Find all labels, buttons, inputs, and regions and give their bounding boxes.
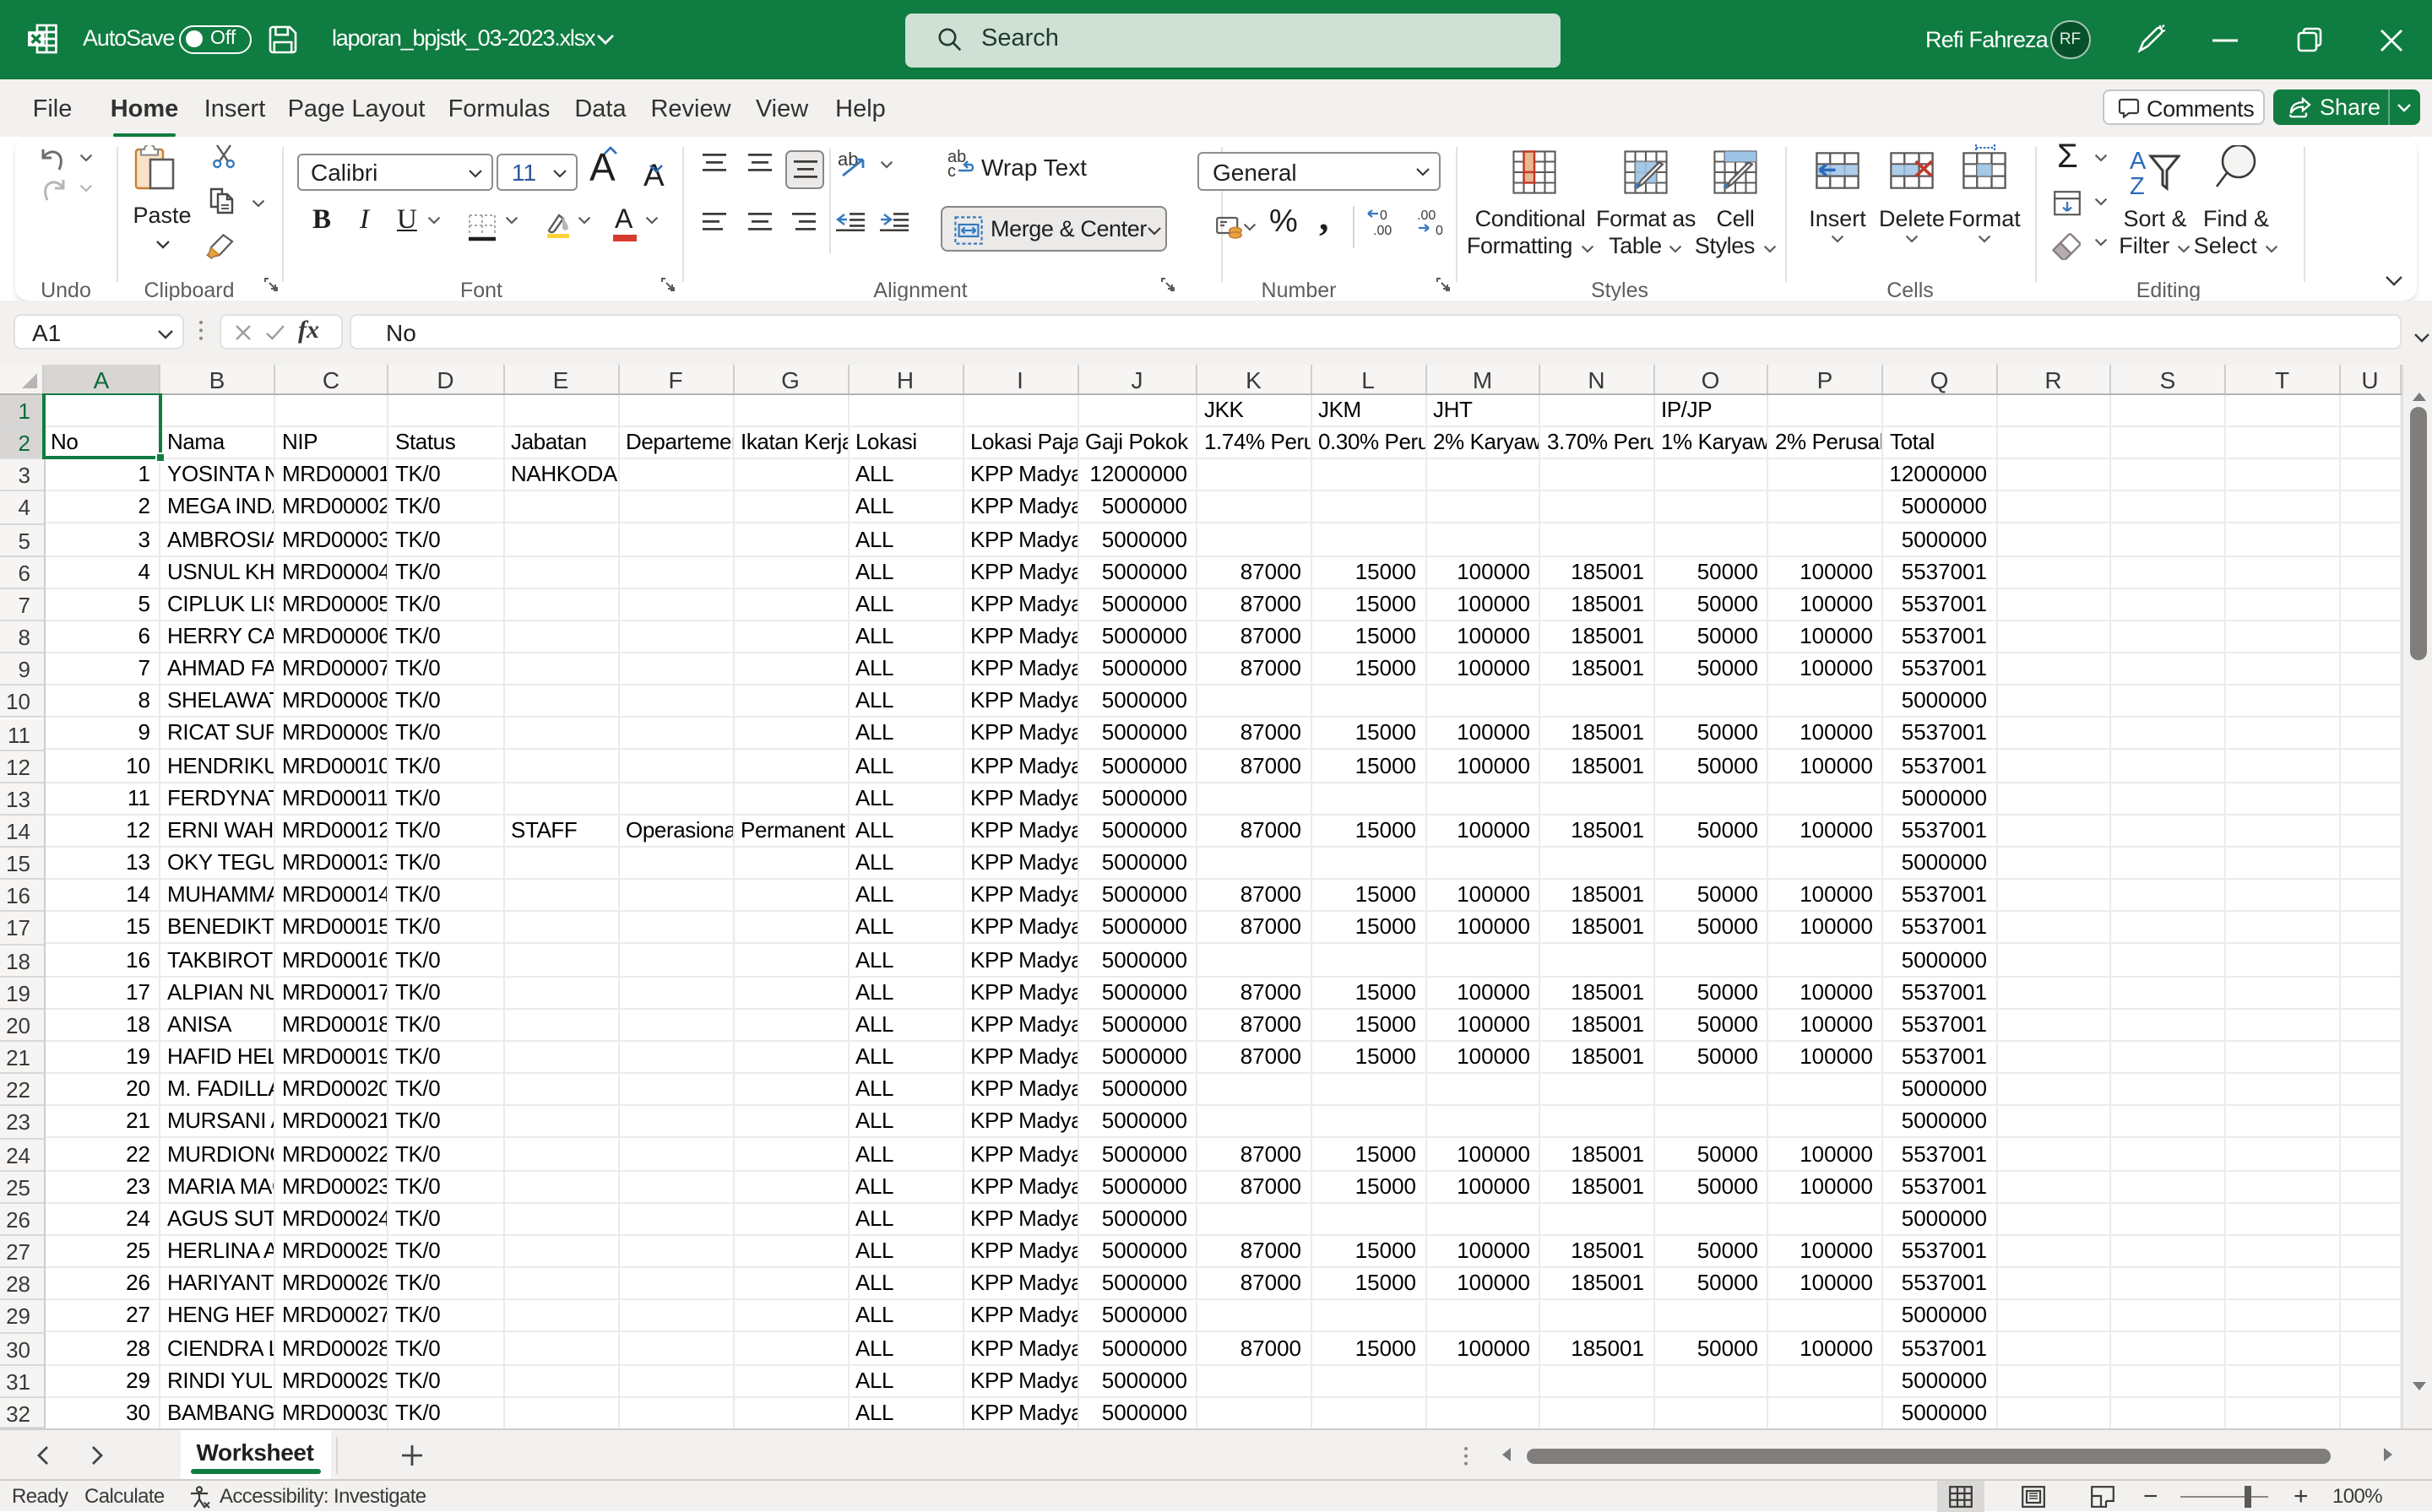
svg-text:Z: Z [2130,173,2145,196]
svg-text:.00: .00 [1417,209,1436,223]
svg-text:c: c [947,162,956,177]
svg-text:0: 0 [1380,209,1387,223]
svg-text:A: A [2130,148,2147,175]
svg-text:.00: .00 [1373,224,1392,238]
